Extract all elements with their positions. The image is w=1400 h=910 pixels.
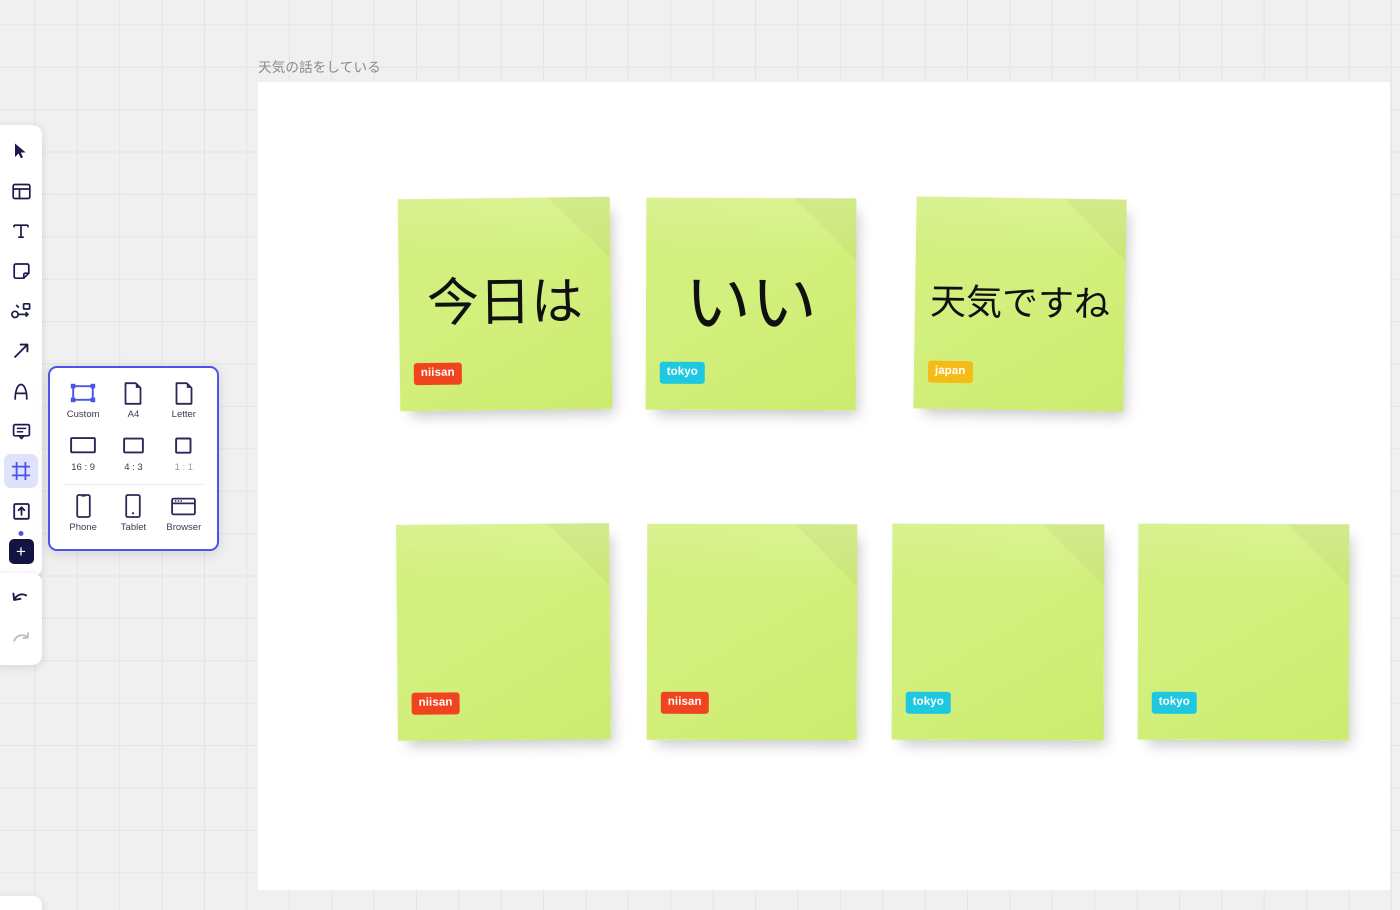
frame-icon [11, 461, 31, 481]
sticky-note-tag[interactable]: niisan [413, 362, 462, 386]
frame-option-label: A4 [127, 409, 140, 420]
sticky-note-tool[interactable] [4, 254, 38, 288]
sticky-note-icon [12, 262, 31, 281]
pen-a-icon [12, 382, 30, 401]
frame-option-tablet[interactable]: Tablet [109, 491, 157, 537]
select-tool[interactable] [4, 134, 38, 168]
frame-option-1-1[interactable]: 1 : 1 [160, 431, 208, 477]
undo-arrow-icon [11, 590, 31, 608]
phone-icon [75, 494, 91, 518]
frame-option-label: 1 : 1 [174, 461, 194, 473]
sticky-note[interactable]: いい tokyo [645, 197, 857, 411]
upload-tool[interactable] [4, 494, 38, 528]
frame-option-16-9[interactable]: 16 : 9 [59, 431, 107, 477]
sticky-note-text[interactable]: いい [646, 265, 856, 343]
note-sheen [915, 196, 1127, 260]
zoom-control-stub[interactable] [0, 896, 42, 910]
plus-badge-icon: + [8, 538, 34, 564]
connector-tool[interactable] [4, 294, 38, 328]
redo-button[interactable] [4, 622, 38, 656]
redo-arrow-icon [11, 630, 31, 648]
ratio-16-9-icon [70, 434, 97, 458]
sticky-note-tag[interactable]: niisan [411, 691, 460, 715]
sticky-note-tag[interactable]: japan [927, 360, 973, 384]
history-toolbar[interactable] [0, 573, 42, 665]
sticky-note[interactable]: niisan [646, 523, 858, 741]
text-t-icon [12, 222, 30, 240]
frame-option-label: Custom [66, 409, 100, 420]
frame-popup-divider [64, 484, 203, 485]
frame-tool[interactable] [4, 454, 38, 488]
text-tool[interactable] [4, 214, 38, 248]
note-sheen [892, 523, 1105, 585]
sticky-note-text[interactable] [892, 632, 1104, 633]
frame-shape-popup[interactable]: Custom A4 Letter 16 : 9 4: 3 1: 1 Phon… [48, 366, 219, 551]
node-connector-icon [11, 302, 31, 320]
sticky-note-text[interactable]: 今日は [399, 272, 612, 335]
sticky-note-tag[interactable]: tokyo [1151, 691, 1197, 714]
add-more-tool[interactable]: + [4, 534, 38, 568]
undo-button[interactable] [4, 582, 38, 616]
sticky-note[interactable]: 天気ですね japan [913, 196, 1127, 412]
sticky-note-tag[interactable]: niisan [660, 691, 709, 714]
sticky-note-tag[interactable]: tokyo [659, 361, 705, 384]
frame-option-browser[interactable]: Browser [160, 491, 208, 537]
frame-option-label: Browser [166, 522, 202, 533]
sticky-note[interactable]: niisan [396, 523, 611, 741]
sticky-note-text[interactable] [1138, 632, 1349, 633]
frame-option-label: 4 : 3 [124, 461, 143, 473]
frame-option-custom[interactable]: Custom [59, 378, 107, 424]
note-sheen [1138, 523, 1350, 585]
cursor-arrow-icon [12, 142, 30, 160]
arrow-tool[interactable] [4, 334, 38, 368]
frame-option-label: Phone [69, 522, 97, 533]
sticky-note[interactable]: 今日は niisan [397, 196, 613, 412]
sticky-note-tag[interactable]: tokyo [905, 691, 951, 714]
frame-popup-row-ratios: 16 : 9 4 : 3 1 : 1 [58, 431, 209, 477]
whiteboard-canvas[interactable]: 天気の話をしている 今日は niisan いい tokyo 天気ですね japa… [0, 0, 1400, 910]
upload-box-icon [12, 502, 31, 521]
frame-option-label: Tablet [120, 522, 147, 533]
a4-page-icon [124, 381, 142, 405]
browser-window-icon [171, 494, 197, 518]
comment-bubble-icon [12, 422, 31, 441]
comment-tool[interactable] [4, 414, 38, 448]
frame-popup-row-devices: Phone Tablet Browser [58, 491, 209, 537]
frame-option-4-3[interactable]: 4 : 3 [109, 431, 157, 477]
note-sheen [397, 196, 611, 259]
main-toolbar[interactable]: + [0, 125, 42, 577]
tablet-icon [125, 494, 142, 518]
ratio-1-1-icon [175, 434, 192, 458]
frame-option-label: Letter [171, 409, 196, 420]
frame-option-a4[interactable]: A4 [109, 378, 157, 424]
frame-option-phone[interactable]: Phone [59, 491, 107, 537]
custom-frame-icon [70, 381, 96, 405]
note-sheen [647, 523, 858, 585]
pen-tool[interactable] [4, 374, 38, 408]
note-sheen [396, 523, 610, 586]
frame-option-letter[interactable]: Letter [160, 378, 208, 424]
sticky-note-text[interactable] [397, 631, 610, 633]
layout-icon [11, 182, 31, 201]
frame-layout-tool[interactable] [4, 174, 38, 208]
frame-option-label: 16 : 9 [71, 461, 96, 473]
frame-popup-row-documents: Custom A4 Letter [58, 378, 209, 424]
sticky-note-text[interactable] [647, 632, 857, 633]
ratio-4-3-icon [123, 434, 144, 458]
note-sheen [646, 197, 857, 258]
arrow-diagonal-icon [12, 342, 30, 360]
sticky-note-text[interactable]: 天気ですね [915, 282, 1126, 327]
sticky-note[interactable]: tokyo [1137, 523, 1350, 741]
letter-page-icon [175, 381, 193, 405]
sticky-note[interactable]: tokyo [891, 523, 1105, 741]
frame-title[interactable]: 天気の話をしている [258, 56, 381, 76]
